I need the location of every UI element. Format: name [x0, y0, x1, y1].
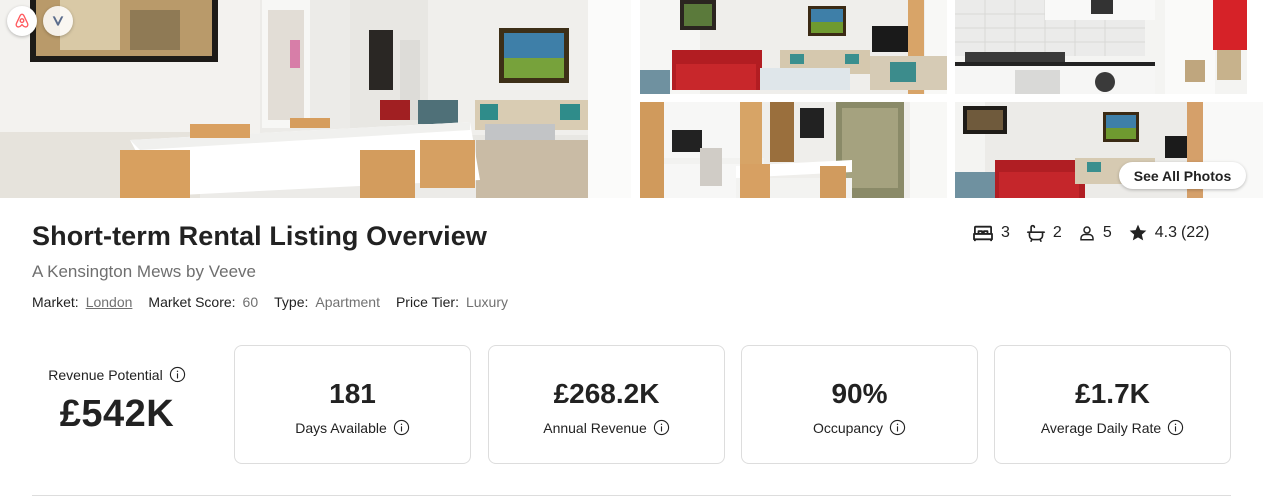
living-room-photo[interactable] [640, 0, 947, 94]
person-icon [1080, 226, 1094, 241]
occupancy-value: 90% [831, 378, 888, 409]
bathtub-icon [1026, 224, 1045, 242]
info-icon[interactable] [169, 366, 186, 383]
listing-subtitle: A Kensington Mews by Veeve [32, 262, 256, 281]
price-tier-label: Price Tier: [395, 294, 459, 310]
market-label: Market: [32, 294, 79, 310]
info-icon[interactable] [653, 419, 670, 436]
guests-stat: 5 [1078, 224, 1112, 242]
days-available-label: Days Available [295, 419, 387, 436]
info-icon[interactable] [393, 419, 410, 436]
star-icon [1129, 224, 1147, 241]
occupancy-card: 90% Occupancy [741, 345, 978, 464]
revenue-potential: Revenue Potential £542K [32, 366, 202, 436]
bed-icon [973, 225, 993, 242]
market-score-meta: Market Score: 60 [148, 294, 258, 310]
kitchen-photo[interactable] [955, 0, 1263, 94]
average-daily-rate-label: Average Daily Rate [1040, 419, 1162, 436]
annual-revenue-label-row: Annual Revenue [543, 419, 670, 436]
info-icon[interactable] [889, 419, 906, 436]
airbnb-logo-icon [7, 6, 37, 36]
days-available-value: 181 [329, 378, 376, 409]
occupancy-label: Occupancy [812, 419, 884, 436]
listing-stats: 3 2 5 4.3 (22) [972, 223, 1209, 243]
section-divider [32, 495, 1231, 496]
average-daily-rate-label-row: Average Daily Rate [1041, 419, 1184, 436]
bathrooms-count: 2 [1052, 224, 1062, 241]
rating-stat: 4.3 (22) [1128, 223, 1210, 243]
revenue-potential-label: Revenue Potential [48, 366, 163, 383]
main-photo[interactable] [0, 0, 631, 198]
annual-revenue-value: £268.2K [553, 378, 660, 409]
study-photo[interactable] [640, 102, 947, 198]
review-count: (22) [1180, 224, 1210, 241]
average-daily-rate-value: £1.7K [1075, 378, 1150, 409]
days-available-card: 181 Days Available [234, 345, 471, 464]
bathrooms-stat: 2 [1026, 224, 1062, 242]
info-icon[interactable] [1167, 419, 1184, 436]
type-value: Apartment [315, 294, 380, 310]
revenue-potential-value: £542K [59, 393, 175, 435]
market-meta: Market: London [32, 294, 132, 310]
type-label: Type: [274, 294, 309, 310]
revenue-potential-label-row: Revenue Potential [32, 366, 202, 383]
market-score-label: Market Score: [148, 294, 236, 310]
annual-revenue-card: £268.2K Annual Revenue [488, 345, 725, 464]
vrbo-logo-icon [43, 6, 73, 36]
annual-revenue-label: Annual Revenue [543, 419, 647, 436]
market-link[interactable]: London [86, 294, 133, 310]
rating-value: 4.3 [1154, 224, 1177, 241]
average-daily-rate-card: £1.7K Average Daily Rate [994, 345, 1231, 464]
listing-meta: Market: London Market Score: 60 Type: Ap… [32, 294, 524, 310]
type-meta: Type: Apartment [274, 294, 380, 310]
guests-count: 5 [1102, 224, 1112, 241]
see-all-photos-button[interactable]: See All Photos [1119, 162, 1246, 189]
bedrooms-stat: 3 [972, 224, 1010, 242]
occupancy-label-row: Occupancy [813, 419, 906, 436]
photo-gallery: See All Photos [0, 0, 1263, 198]
page-title: Short-term Rental Listing Overview [32, 221, 487, 251]
price-tier-value: Luxury [465, 294, 509, 310]
market-score-value: 60 [242, 294, 259, 310]
bedrooms-count: 3 [1001, 224, 1010, 241]
days-available-label-row: Days Available [295, 419, 410, 436]
price-tier-meta: Price Tier: Luxury [396, 294, 508, 310]
